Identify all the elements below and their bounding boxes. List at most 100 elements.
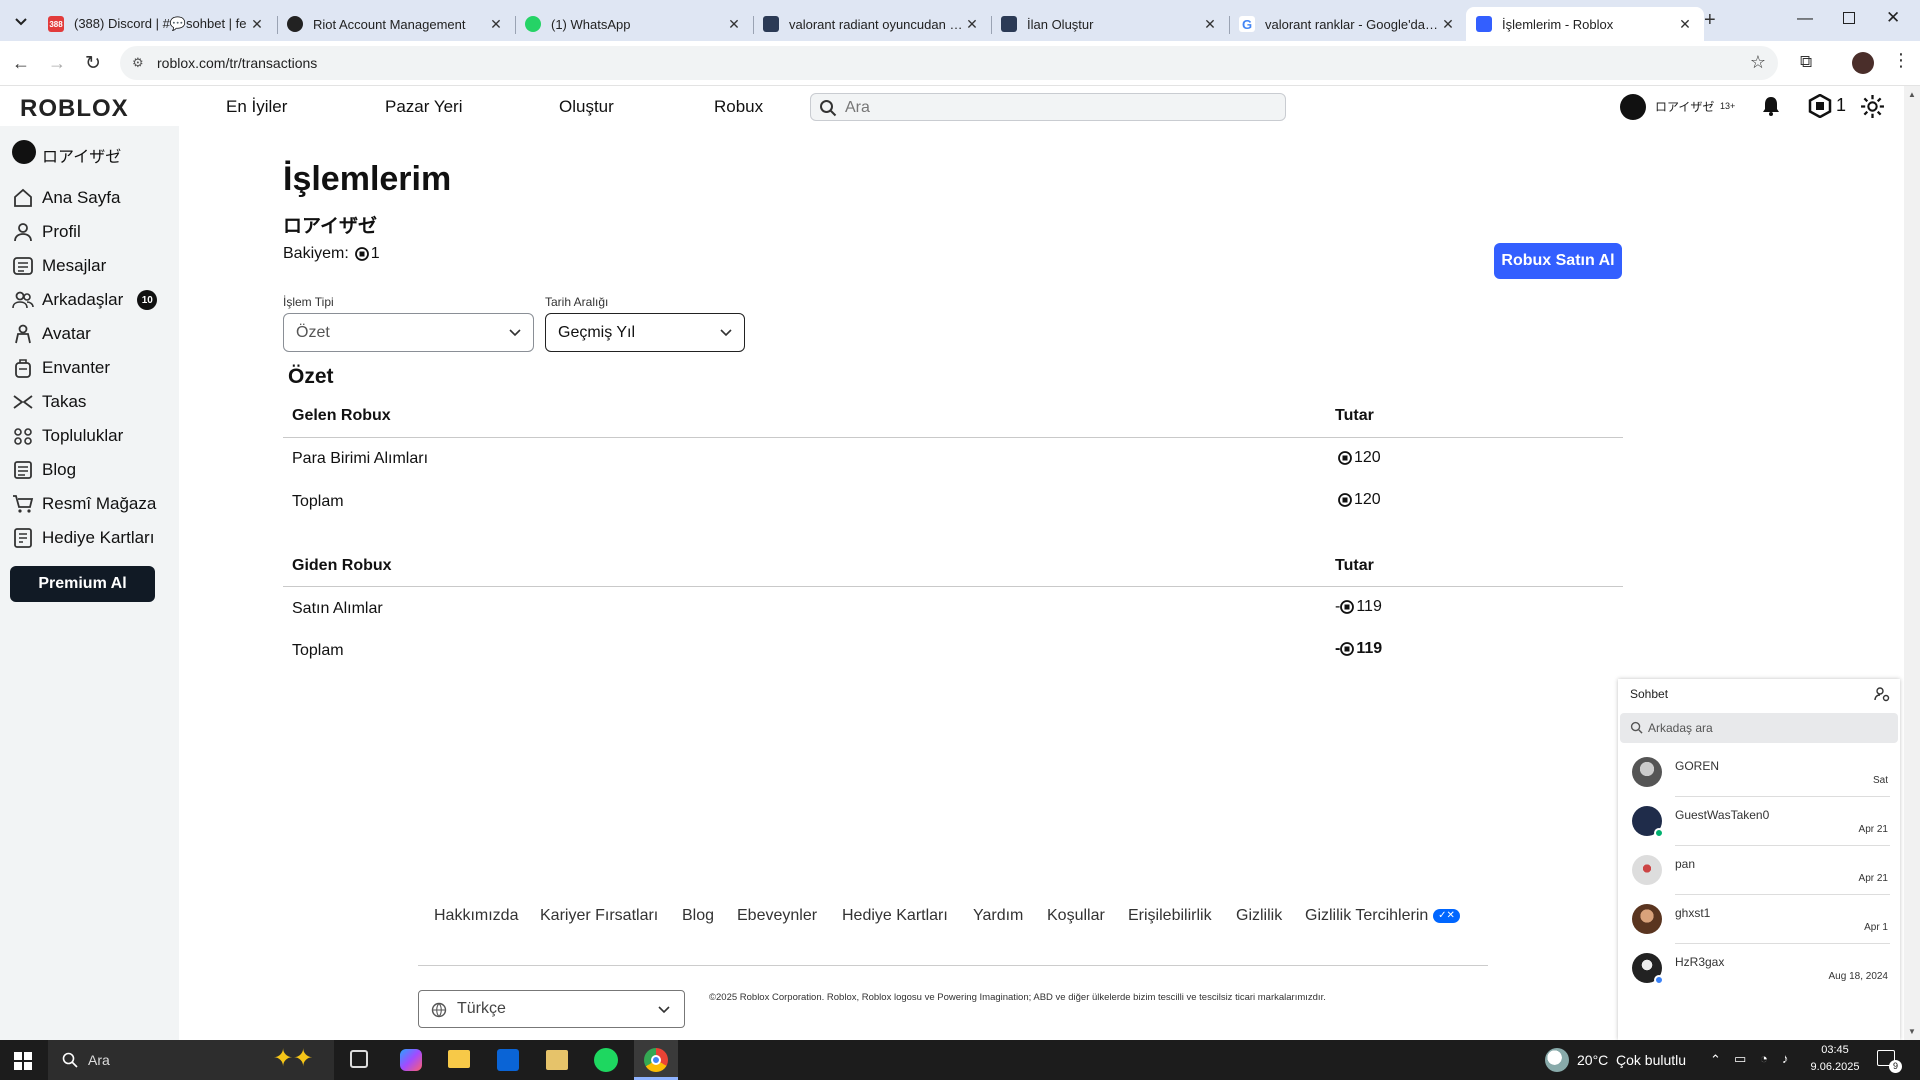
- tab-transactions[interactable]: İşlemlerim - Roblox ✕: [1466, 7, 1704, 41]
- tab-close-icon[interactable]: ✕: [725, 16, 743, 33]
- header-username[interactable]: ロアイザゼ: [1655, 98, 1714, 115]
- site-settings-icon[interactable]: ⚙: [132, 55, 144, 71]
- page-scrollbar[interactable]: ▲ ▼: [1904, 86, 1920, 1040]
- settings-gear-icon[interactable]: [1860, 94, 1885, 119]
- tab-close-icon[interactable]: ✕: [248, 16, 266, 33]
- nav-robux[interactable]: Robux: [714, 97, 763, 117]
- new-tab-button[interactable]: +: [1704, 9, 1716, 32]
- chrome-taskbar-button[interactable]: [634, 1040, 678, 1080]
- close-window-button[interactable]: ✕: [1886, 8, 1900, 28]
- nav-marketplace[interactable]: Pazar Yeri: [385, 97, 463, 117]
- buy-robux-button[interactable]: Robux Satın Al: [1494, 243, 1622, 279]
- sidebar-item-avatar[interactable]: Avatar: [12, 319, 91, 349]
- footer-link-parents[interactable]: Ebeveynler: [737, 907, 817, 925]
- reload-icon[interactable]: ↻: [85, 52, 101, 75]
- chat-settings-icon[interactable]: [1874, 686, 1890, 702]
- footer-link-careers[interactable]: Kariyer Fırsatları: [540, 907, 658, 925]
- tab-google[interactable]: G valorant ranklar - Google'da Ar ✕: [1229, 7, 1467, 41]
- wifi-icon[interactable]: ◔: [1760, 1051, 1768, 1066]
- sidebar-item-official-store[interactable]: Resmî Mağaza: [12, 489, 156, 519]
- footer-link-blog[interactable]: Blog: [682, 907, 714, 925]
- tab-search-chevron-icon[interactable]: [10, 11, 32, 33]
- sidebar-item-blog[interactable]: Blog: [12, 455, 76, 485]
- clock-time[interactable]: 03:45: [1808, 1044, 1862, 1056]
- sidebar-item-trade[interactable]: Takas: [12, 387, 86, 417]
- windows-start-icon[interactable]: [14, 1052, 32, 1070]
- tab-close-icon[interactable]: ✕: [963, 16, 981, 33]
- footer-link-privacy-choices[interactable]: Gizlilik Tercihlerin: [1305, 907, 1428, 925]
- outlook-icon[interactable]: [497, 1049, 519, 1071]
- url-field[interactable]: ⚙ roblox.com/tr/transactions ☆: [120, 46, 1778, 80]
- tab-close-icon[interactable]: ✕: [1201, 16, 1219, 33]
- weather-cloudy-icon[interactable]: [1545, 1048, 1569, 1072]
- premium-button[interactable]: Premium Al: [10, 566, 155, 602]
- sidebar-item-messages[interactable]: Mesajlar: [12, 251, 106, 281]
- footer-link-help[interactable]: Yardım: [973, 907, 1023, 925]
- copilot-icon[interactable]: [400, 1049, 422, 1071]
- list-item[interactable]: GuestWasTaken0 Apr 21: [1618, 797, 1900, 846]
- privacy-choices-toggle-icon[interactable]: ✓✕: [1433, 909, 1460, 923]
- tab-close-icon[interactable]: ✕: [1439, 16, 1457, 33]
- tab-ilan-olustur[interactable]: İlan Oluştur ✕: [991, 7, 1229, 41]
- search-input[interactable]: Ara: [810, 93, 1286, 121]
- nav-top-charts[interactable]: En İyiler: [226, 97, 287, 117]
- robux-icon[interactable]: [1808, 94, 1832, 118]
- friend-search-input[interactable]: Arkadaş ara: [1620, 713, 1898, 743]
- back-icon[interactable]: ←: [12, 53, 30, 74]
- volume-icon[interactable]: ♪: [1782, 1051, 1789, 1066]
- clock-date[interactable]: 9.06.2025: [1808, 1061, 1862, 1073]
- browser-menu-icon[interactable]: ⋮: [1892, 50, 1910, 71]
- date-range-select[interactable]: Geçmiş Yıl: [545, 313, 745, 352]
- friends-count-badge: 10: [137, 290, 158, 310]
- nav-create[interactable]: Oluştur: [559, 97, 614, 117]
- sidebar-item-profile[interactable]: Profil: [12, 217, 81, 247]
- tab-whatsapp[interactable]: (1) WhatsApp ✕: [515, 7, 753, 41]
- tab-close-icon[interactable]: ✕: [1676, 16, 1694, 33]
- spotify-icon[interactable]: [594, 1048, 618, 1072]
- restore-button[interactable]: [1843, 12, 1855, 24]
- footer-link-accessibility[interactable]: Erişilebilirlik: [1128, 907, 1212, 925]
- robux-count[interactable]: 1: [1836, 95, 1846, 116]
- sidebar-item-communities[interactable]: Topluluklar: [12, 421, 123, 451]
- footer-link-about[interactable]: Hakkımızda: [434, 907, 518, 925]
- chat-title[interactable]: Sohbet: [1630, 687, 1668, 701]
- avatar[interactable]: [1620, 94, 1646, 120]
- tab-close-icon[interactable]: ✕: [487, 16, 505, 33]
- tab-valorant-radiant[interactable]: valorant radiant oyuncudan bo ✕: [753, 7, 991, 41]
- tab-riot[interactable]: Riot Account Management ✕: [277, 7, 515, 41]
- minimize-button[interactable]: —: [1797, 10, 1813, 28]
- sidebar-item-label: Topluluklar: [42, 426, 124, 445]
- profile-avatar-icon[interactable]: [1852, 52, 1874, 74]
- date-range-value: Geçmiş Yıl: [558, 324, 636, 341]
- search-placeholder: Ara: [845, 99, 870, 116]
- outgoing-total-amount: - 119: [1335, 640, 1382, 658]
- sidebar-avatar[interactable]: [12, 140, 36, 164]
- notifications-bell-icon[interactable]: [1760, 95, 1782, 117]
- taskbar-search[interactable]: Ara ✦✦: [48, 1040, 334, 1080]
- task-view-icon[interactable]: [350, 1050, 368, 1068]
- extensions-icon[interactable]: ⧉: [1800, 52, 1812, 72]
- list-item[interactable]: pan Apr 21: [1618, 846, 1900, 895]
- footer-link-gift-cards[interactable]: Hediye Kartları: [842, 907, 948, 925]
- list-item[interactable]: HzR3gax Aug 18, 2024: [1618, 944, 1900, 993]
- footer-link-privacy[interactable]: Gizlilik: [1236, 907, 1282, 925]
- forward-icon[interactable]: →: [48, 53, 66, 74]
- sidebar-username[interactable]: ロアイザゼ: [42, 143, 121, 167]
- list-item[interactable]: GOREN Sat: [1618, 748, 1900, 797]
- sidebar-item-home[interactable]: Ana Sayfa: [12, 183, 120, 213]
- file-explorer-icon[interactable]: [448, 1050, 470, 1068]
- transaction-type-select[interactable]: Özet: [283, 313, 534, 352]
- notepad-icon[interactable]: [546, 1050, 568, 1070]
- language-select[interactable]: Türkçe: [418, 990, 685, 1028]
- tray-app-icon[interactable]: ▭: [1734, 1051, 1746, 1067]
- list-item[interactable]: ghxst1 Apr 1: [1618, 895, 1900, 944]
- bookmark-star-icon[interactable]: ☆: [1750, 52, 1766, 73]
- table-row-label: Satın Alımlar: [292, 600, 383, 617]
- sidebar-item-inventory[interactable]: Envanter: [12, 353, 110, 383]
- sidebar-item-friends[interactable]: Arkadaşlar 10: [12, 285, 158, 315]
- tray-overflow-icon[interactable]: ⌃: [1710, 1052, 1721, 1068]
- roblox-logo[interactable]: ROBLOX: [20, 95, 129, 123]
- tab-discord[interactable]: 388 (388) Discord | #💬sohbet | fe ✕: [38, 7, 276, 41]
- footer-link-terms[interactable]: Koşullar: [1047, 907, 1105, 925]
- sidebar-item-gift-cards[interactable]: Hediye Kartları: [12, 523, 154, 553]
